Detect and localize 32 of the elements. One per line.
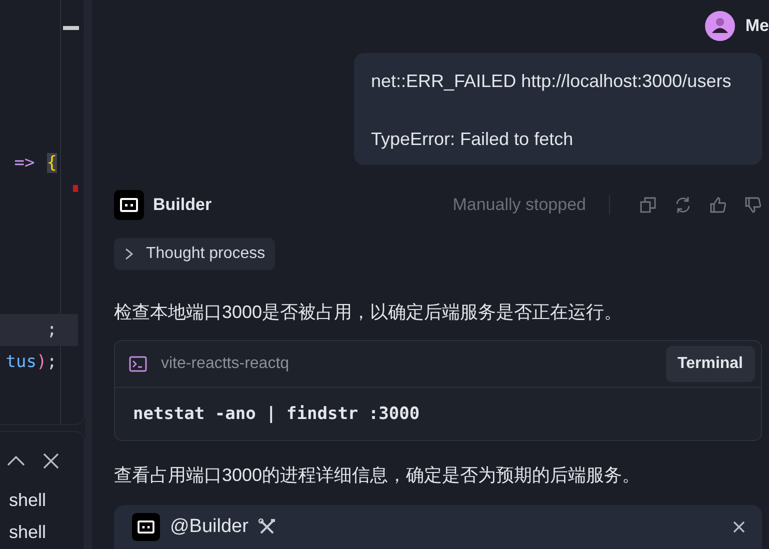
scroll-thumb[interactable]: [63, 26, 79, 30]
close-icon[interactable]: [42, 452, 60, 470]
refresh-icon[interactable]: [674, 196, 692, 214]
copy-icon[interactable]: [639, 196, 657, 214]
user-name: Me: [745, 16, 769, 36]
terminal-tab[interactable]: shell: [0, 484, 84, 516]
tools-icon: [258, 518, 276, 536]
code-line: => {: [14, 152, 58, 175]
thumbs-up-icon[interactable]: [709, 196, 727, 214]
project-name: vite-reactts-reactq: [161, 355, 290, 373]
status-text: Manually stopped: [452, 195, 586, 215]
bot-logo-icon: [114, 190, 144, 220]
chevron-icon: [124, 247, 134, 261]
assistant-name: Builder: [153, 195, 212, 215]
terminal-tab[interactable]: shell: [0, 516, 84, 548]
close-icon[interactable]: [732, 520, 746, 534]
terminal-button[interactable]: Terminal: [666, 346, 755, 382]
thought-process-toggle[interactable]: Thought process: [114, 238, 276, 270]
bot-logo-icon: [132, 513, 160, 541]
command-text: netstat -ano | findstr :3000: [132, 403, 421, 426]
avatar-icon: [705, 11, 736, 41]
response-text: 检查本地端口3000是否被占用，以确定后端服务是否正在运行。: [114, 301, 624, 324]
thumbs-down-icon[interactable]: [744, 196, 762, 214]
message-text: net::ERR_FAILED http://localhost:3000/users: [371, 70, 732, 93]
input-box[interactable]: @Builder: [114, 505, 762, 549]
chevron-up-icon[interactable]: [6, 454, 26, 468]
code-line: tus);: [6, 351, 58, 374]
terminal-icon: [129, 356, 147, 372]
response-text: 查看占用端口3000的进程详细信息，确定是否为预期的后端服务。: [114, 464, 642, 487]
error-marker: [73, 185, 78, 192]
message-text: TypeError: Failed to fetch: [371, 128, 574, 151]
mention-label: @Builder: [170, 516, 248, 538]
